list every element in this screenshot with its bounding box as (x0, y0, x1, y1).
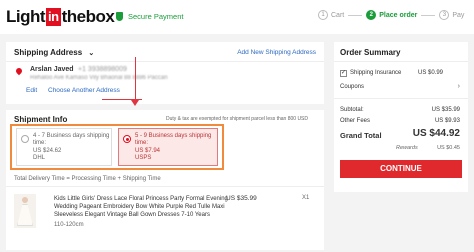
divider (6, 61, 324, 62)
product-title-line: Sleeveless Elegant Vintage Ball Gown Dre… (54, 212, 210, 218)
step-divider (348, 14, 363, 16)
product-title[interactable]: Kids Little Girls' Dress Lace Floral Pri… (54, 195, 228, 219)
grand-total-value: US $44.92 (412, 128, 460, 139)
radio-button-selected[interactable] (123, 135, 131, 143)
shipping-option-dhl[interactable]: 4 - 7 Business days shipping time: US $2… (16, 128, 112, 166)
step-cart: 1 Cart (318, 10, 344, 20)
product-title-line: Wedding Pageant Embroidery Bow White Pur… (54, 204, 225, 210)
option-carrier: DHL (33, 155, 46, 161)
shipment-info-title: Shipment Info (14, 115, 68, 124)
option-time: 5 - 9 Business days shipping (135, 133, 212, 139)
step-pay: 3 Pay (439, 10, 464, 20)
shipping-address-card: Shipping Address ⌄ Add New Shipping Addr… (6, 42, 324, 104)
divider (334, 98, 468, 99)
shipment-info-card: Shipment Info Duty & tax are exempted fo… (6, 110, 324, 250)
top-header: Light in thebox Secure Payment 1 Cart 2 Pl… (0, 0, 474, 34)
option-carrier: USPS (135, 155, 152, 161)
subtotal-value: US $35.99 (431, 107, 460, 113)
edit-address-link[interactable]: Edit (26, 87, 37, 94)
rewards-value: US $0.45 (437, 145, 460, 151)
logo-thebox: thebox (61, 7, 115, 26)
secure-payment: Secure Payment (116, 12, 183, 21)
option-price: US $24.62 (33, 148, 62, 154)
product-title-line: Kids Little Girls' Dress Lace Floral Pri… (54, 196, 228, 202)
other-fees-value: US $9.93 (434, 118, 460, 124)
step-label: Cart (331, 11, 345, 19)
divider (334, 61, 468, 62)
other-fees-label: Other Fees (340, 118, 371, 124)
shipping-address-title-text: Shipping Address (14, 48, 83, 57)
recipient-name: Arslan Javed (30, 66, 74, 73)
shipping-option-usps[interactable]: 5 - 9 Business days shipping time: US $7… (118, 128, 218, 166)
location-pin-icon (14, 66, 24, 76)
option-time: 4 - 7 Business days shipping (33, 133, 110, 139)
step-place-order: 2 Place order (366, 10, 417, 20)
checkbox-icon[interactable]: ✓ (340, 70, 347, 77)
order-summary-card: Order Summary ✓ Shipping Insurance US $0… (334, 42, 468, 192)
step-divider (421, 14, 436, 16)
shipping-insurance-value: US $0.99 (418, 70, 444, 76)
product-image[interactable] (14, 194, 36, 228)
checkout-steps: 1 Cart 2 Place order 3 Pay (318, 10, 464, 20)
shipping-insurance-label: Shipping Insurance (350, 70, 402, 76)
product-price: US $35.99 (226, 195, 257, 202)
logo[interactable]: Light in thebox (6, 6, 115, 28)
chevron-right-icon[interactable]: › (458, 83, 460, 90)
rewards-label: Rewards (396, 145, 418, 151)
product-image-head (22, 197, 28, 203)
step-label: Place order (379, 11, 418, 19)
step-number: 2 (366, 10, 377, 20)
option-time-label: time: (135, 140, 149, 146)
chevron-down-icon[interactable]: ⌄ (88, 50, 94, 57)
step-number: 1 (318, 10, 328, 20)
secure-payment-label: Secure Payment (128, 12, 184, 21)
shield-icon (116, 12, 123, 21)
product-image-dress (17, 204, 33, 226)
recipient-address: Rehaloo Ave Kamaso Vily Bhaonal 88 8886 … (30, 75, 168, 81)
radio-button[interactable] (21, 135, 29, 143)
add-address-link[interactable]: Add New Shipping Address (237, 49, 316, 56)
shipping-address-title[interactable]: Shipping Address ⌄ (14, 48, 94, 57)
logo-in: in (46, 8, 61, 26)
divider (6, 186, 324, 187)
coupons-label[interactable]: Coupons (340, 84, 364, 90)
annotation-arrow-line (135, 57, 136, 101)
logo-light: Light (6, 7, 46, 26)
duty-note: Duty & tax are exempted for shipment par… (165, 116, 308, 122)
option-time-label: time: (33, 140, 47, 146)
annotation-arrow-head (131, 100, 139, 106)
step-number: 3 (439, 10, 450, 20)
step-label: Pay (452, 11, 465, 19)
order-summary-title: Order Summary (340, 48, 401, 57)
option-price: US $7.94 (135, 148, 161, 154)
recipient-phone: +1 3938898009 (78, 66, 127, 73)
choose-address-link[interactable]: Choose Another Address (48, 87, 120, 94)
total-delivery-time: Total Delivery Time = Processing Time + … (14, 176, 161, 182)
continue-button[interactable]: CONTINUE (340, 160, 462, 178)
product-quantity: X1 (302, 195, 310, 201)
subtotal-label: Subtotal: (340, 107, 364, 113)
grand-total-label: Grand Total (340, 131, 382, 140)
product-size: 110-120cm (54, 222, 84, 228)
